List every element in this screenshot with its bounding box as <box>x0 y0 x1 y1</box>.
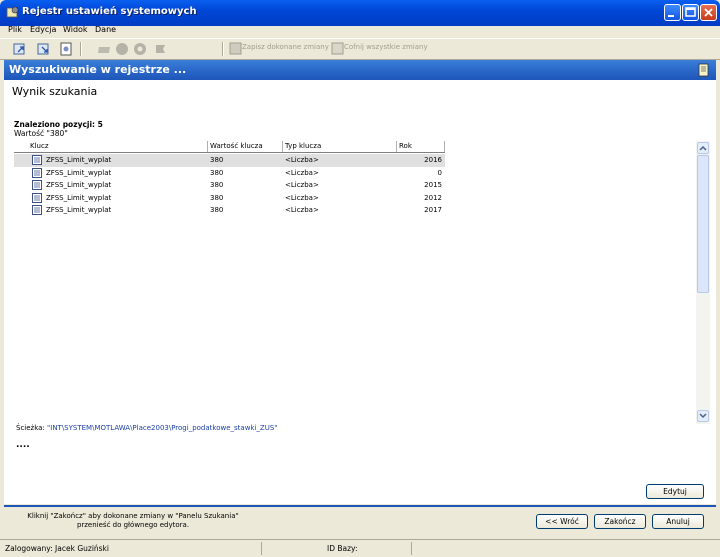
cell-type: <Liczba> <box>285 193 319 202</box>
maximize-icon <box>685 7 696 17</box>
cell-value: 380 <box>210 181 224 189</box>
circle-icon[interactable] <box>114 41 130 57</box>
main-panel: Wynik szukania Znaleziono pozycji: 5 War… <box>4 80 716 504</box>
cell-value: 380 <box>210 193 224 202</box>
cancel-button[interactable]: Anuluj <box>652 514 704 529</box>
chevron-down-icon <box>699 413 707 419</box>
scroll-down-button[interactable] <box>697 410 709 422</box>
cell-year: 2012 <box>424 193 442 202</box>
path-line: Ścieżka: "INT\SYSTEM\MOTLAWA\Place2003\P… <box>16 424 278 432</box>
cell-value: 380 <box>210 156 224 164</box>
page-title: Wynik szukania <box>12 85 98 98</box>
status-db: ID Bazy: <box>324 542 412 555</box>
app-icon <box>6 6 19 18</box>
cell-year: 2015 <box>424 181 442 189</box>
footer-bar: Kliknij "Zakończ" aby dokonane zmiany w … <box>4 505 716 538</box>
menu-widok[interactable]: Widok <box>63 25 88 34</box>
footer-hint: Kliknij "Zakończ" aby dokonane zmiany w … <box>18 512 248 530</box>
toolbar: Zapisz dokonane zmiany Cofnij wszystkie … <box>0 38 720 60</box>
registry-key-icon <box>32 180 42 190</box>
title-bar: Rejestr ustawień systemowych <box>0 0 720 26</box>
footer-hint-line1: Kliknij "Zakończ" aby dokonane zmiany w … <box>27 512 239 520</box>
cell-year: 2016 <box>424 156 442 164</box>
chevron-up-icon <box>699 145 707 151</box>
scroll-thumb[interactable] <box>697 155 709 293</box>
column-typ-klucza[interactable]: Typ klucza <box>283 141 397 152</box>
menu-edycja[interactable]: Edycja <box>30 25 56 34</box>
cell-type: <Liczba> <box>285 168 319 177</box>
edit-button[interactable]: Edytuj <box>646 484 704 499</box>
cell-type: <Liczba> <box>285 181 319 189</box>
cell-year: 2017 <box>424 206 442 214</box>
status-user: Zalogowany: Jacek Guziński <box>2 542 262 555</box>
table-row[interactable]: ZFSS_Limit_wyplat 380 <Liczba> 0 <box>14 167 445 180</box>
cell-key: ZFSS_Limit_wyplat <box>46 193 112 202</box>
cell-key: ZFSS_Limit_wyplat <box>46 206 112 214</box>
folder-icon[interactable] <box>96 41 112 57</box>
close-icon <box>704 8 713 17</box>
finish-button[interactable]: Zakończ <box>594 514 646 529</box>
toolbar-separator <box>222 42 224 56</box>
cell-year: 0 <box>437 168 442 177</box>
path-label: Ścieżka: <box>16 424 45 432</box>
registry-key-icon <box>32 155 42 165</box>
section-title: Wyszukiwanie w rejestrze ... <box>9 63 187 76</box>
export-icon[interactable] <box>12 41 28 57</box>
vertical-scrollbar[interactable] <box>696 141 710 424</box>
column-rok[interactable]: Rok <box>397 141 445 152</box>
registry-key-icon <box>32 192 42 203</box>
cell-key: ZFSS_Limit_wyplat <box>46 168 112 177</box>
undo-changes-button[interactable]: Cofnij wszystkie zmiany <box>344 43 428 51</box>
back-button[interactable]: << Wróć <box>536 514 588 529</box>
minimize-button[interactable] <box>664 4 681 21</box>
import-icon[interactable] <box>36 41 52 57</box>
document-icon[interactable] <box>58 41 74 57</box>
path-value: "INT\SYSTEM\MOTLAWA\Place2003\Progi_poda… <box>47 424 278 432</box>
menu-plik[interactable]: Plik <box>8 25 22 34</box>
registry-key-icon <box>32 167 42 178</box>
menu-dane[interactable]: Dane <box>95 25 116 34</box>
save-changes-button[interactable]: Zapisz dokonane zmiany <box>242 43 329 51</box>
ellipsis-text: .... <box>16 440 30 450</box>
cell-type: <Liczba> <box>285 156 319 164</box>
settings-icon[interactable] <box>132 41 148 57</box>
footer-hint-line2: przenieść do głównego edytora. <box>76 521 190 529</box>
cell-key: ZFSS_Limit_wyplat <box>46 156 112 164</box>
close-button[interactable] <box>700 4 717 21</box>
column-wartosc-klucza[interactable]: Wartość klucza <box>208 141 283 152</box>
search-value: Wartość "380" <box>14 129 68 138</box>
table-header: Klucz Wartość klucza Typ klucza Rok <box>14 141 445 153</box>
table-row[interactable]: ZFSS_Limit_wyplat 380 <Liczba> 2015 <box>14 179 445 192</box>
section-header: Wyszukiwanie w rejestrze ... <box>4 60 716 80</box>
maximize-button[interactable] <box>682 4 699 21</box>
results-table: Klucz Wartość klucza Typ klucza Rok ZFSS… <box>14 141 710 424</box>
cell-value: 380 <box>210 206 224 214</box>
cell-value: 380 <box>210 168 224 177</box>
menu-bar: Plik Edycja Widok Dane <box>0 24 720 38</box>
scroll-up-button[interactable] <box>697 142 709 154</box>
results-count: Znaleziono pozycji: 5 <box>14 120 103 129</box>
toolbar-separator <box>80 42 82 56</box>
table-row[interactable]: ZFSS_Limit_wyplat 380 <Liczba> 2016 <box>14 154 445 167</box>
table-row[interactable]: ZFSS_Limit_wyplat 380 <Liczba> 2017 <box>14 204 445 217</box>
table-row[interactable]: ZFSS_Limit_wyplat 380 <Liczba> 2012 <box>14 192 445 205</box>
flag-icon[interactable] <box>153 41 169 57</box>
status-bar: Zalogowany: Jacek Guziński ID Bazy: <box>0 539 720 557</box>
cell-key: ZFSS_Limit_wyplat <box>46 181 112 189</box>
cell-type: <Liczba> <box>285 206 319 214</box>
notes-icon[interactable] <box>697 63 711 77</box>
status-panel <box>412 542 718 555</box>
column-klucz[interactable]: Klucz <box>28 141 208 152</box>
registry-key-icon <box>32 205 42 215</box>
minimize-icon <box>668 15 674 17</box>
window-title: Rejestr ustawień systemowych <box>22 6 197 17</box>
